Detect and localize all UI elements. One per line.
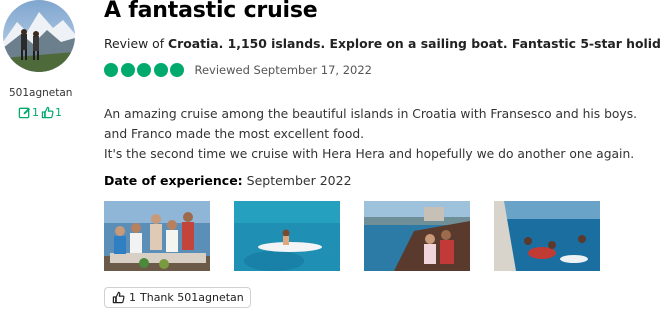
thank-label: Thank 501agnetan bbox=[140, 291, 244, 304]
rating-bubble-3 bbox=[137, 63, 151, 77]
date-of-experience-label: Date of experience: bbox=[104, 173, 243, 188]
review-of-subject[interactable]: Croatia. 1,150 islands. Explore on a sai… bbox=[168, 36, 661, 51]
review-title[interactable]: A fantastic cruise bbox=[104, 0, 318, 23]
date-of-experience-value: September 2022 bbox=[246, 173, 352, 188]
review-body-line: It's the second time we cruise with Hera… bbox=[104, 147, 635, 161]
reviewed-date: Reviewed September 17, 2022 bbox=[194, 63, 373, 77]
review-body-line: and Franco made the most excellent food. bbox=[104, 127, 365, 141]
helpful-votes-count: 1 bbox=[55, 106, 62, 119]
thank-count: 1 bbox=[129, 291, 136, 304]
reviewer-stats: 1 1 bbox=[18, 106, 64, 119]
pencil-review-icon bbox=[18, 107, 31, 119]
review-photo-group-on-deck[interactable] bbox=[104, 201, 210, 271]
contributions-count: 1 bbox=[32, 106, 39, 119]
rating-bubble-1 bbox=[104, 63, 118, 77]
thank-reviewer-button[interactable]: 1 Thank 501agnetan bbox=[104, 287, 251, 308]
review-of-prefix: Review of bbox=[104, 36, 165, 51]
avatar-photo bbox=[3, 0, 75, 72]
review-body: An amazing cruise among the beautiful is… bbox=[104, 104, 659, 164]
rating-bubble-2 bbox=[120, 63, 135, 77]
reviewer-avatar[interactable] bbox=[3, 0, 75, 72]
rating-row: Reviewed September 17, 2022 bbox=[104, 63, 372, 77]
review-photo-paddleboard[interactable] bbox=[234, 201, 340, 271]
thumbs-up-icon bbox=[112, 291, 125, 304]
review-photo-harbor-deck[interactable] bbox=[364, 201, 470, 271]
rating-bubble-4 bbox=[153, 63, 168, 77]
review-photo-swimmers[interactable] bbox=[494, 201, 600, 271]
review-of-line: Review of Croatia. 1,150 islands. Explor… bbox=[104, 36, 661, 51]
rating-bubble-5 bbox=[170, 63, 184, 77]
thumbs-up-icon bbox=[41, 106, 54, 119]
reviewer-username[interactable]: 501agnetan bbox=[9, 87, 72, 99]
review-body-line: An amazing cruise among the beautiful is… bbox=[104, 107, 638, 121]
date-of-experience: Date of experience: September 2022 bbox=[104, 173, 352, 188]
